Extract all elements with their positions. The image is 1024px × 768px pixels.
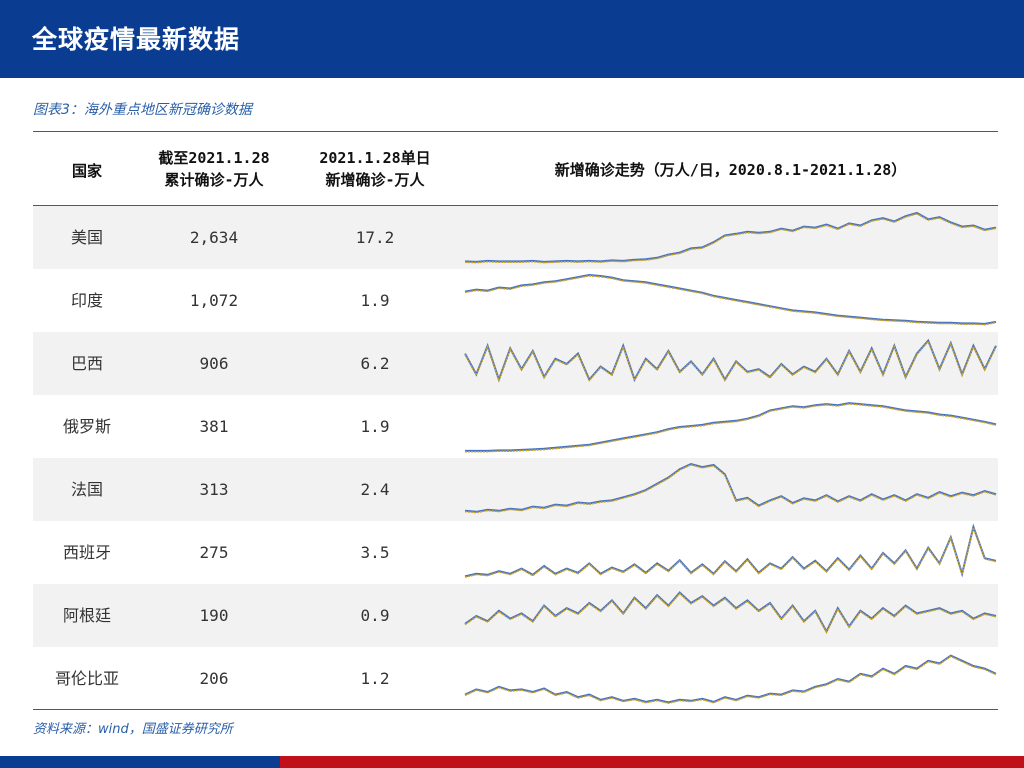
daily-new-cell: 17.2 <box>355 228 395 247</box>
table-row: 哥伦比亚 206 1.2 <box>33 647 998 710</box>
country-cell: 美国 <box>70 228 103 247</box>
country-cell: 巴西 <box>70 354 103 373</box>
daily-new-cell: 6.2 <box>360 354 390 373</box>
cumulative-cell: 381 <box>199 417 229 436</box>
footer-bar-red <box>280 756 1024 768</box>
cumulative-cell: 2,634 <box>189 228 239 247</box>
header-cumulative: 截至2021.1.28 累计确诊-万人 <box>145 147 283 191</box>
trend-sparkline <box>464 273 997 326</box>
page-title: 全球疫情最新数据 <box>32 25 241 54</box>
source-note: 资料来源：wind，国盛证券研究所 <box>33 722 233 737</box>
table-row: 俄罗斯 381 1.9 <box>33 395 998 458</box>
table-row: 阿根廷 190 0.9 <box>33 584 998 647</box>
trend-sparkline <box>464 654 997 704</box>
sparkline-series-gold <box>464 212 997 264</box>
trend-sparkline <box>464 462 997 514</box>
header-daily-line1: 2021.1.28单日 <box>319 149 431 167</box>
country-cell: 哥伦比亚 <box>54 669 119 688</box>
table-bottom-rule <box>33 709 998 710</box>
header-bar: 全球疫情最新数据 <box>0 0 1024 78</box>
table-row: 印度 1,072 1.9 <box>33 269 998 332</box>
sparkline-series-gold <box>464 655 997 704</box>
footer-bar-blue <box>0 756 280 768</box>
country-cell: 西班牙 <box>62 543 111 562</box>
table-row: 巴西 906 6.2 <box>33 332 998 395</box>
header-cumulative-line2: 累计确诊-万人 <box>164 171 264 189</box>
sparkline-series-blue <box>464 654 997 704</box>
trend-sparkline <box>464 523 997 578</box>
daily-new-cell: 1.2 <box>360 669 390 688</box>
cumulative-cell: 206 <box>199 669 229 688</box>
header-daily: 2021.1.28单日 新增确诊-万人 <box>305 147 445 191</box>
daily-new-cell: 3.5 <box>360 543 390 562</box>
trend-sparkline <box>465 402 997 453</box>
cumulative-cell: 313 <box>199 480 229 499</box>
country-cell: 法国 <box>70 480 103 499</box>
cumulative-cell: 1,072 <box>189 291 239 310</box>
table-row: 美国 2,634 17.2 <box>33 206 998 269</box>
header-trend: 新增确诊走势（万人/日，2020.8.1-2021.1.28） <box>463 159 998 181</box>
country-cell: 印度 <box>70 291 103 310</box>
cumulative-cell: 275 <box>199 543 229 562</box>
cumulative-cell: 906 <box>199 354 229 373</box>
cumulative-cell: 190 <box>199 606 229 625</box>
sparkline-series-gold <box>464 464 997 514</box>
header-cumulative-line1: 截至2021.1.28 <box>158 149 270 167</box>
sparkline-series-blue <box>464 211 997 263</box>
header-trend-label: 新增确诊走势（万人/日，2020.8.1-2021.1.28） <box>554 161 907 179</box>
sparkline-series-blue <box>464 338 997 383</box>
figure-caption: 图表3：海外重点地区新冠确诊数据 <box>33 102 252 118</box>
table-row: 法国 313 2.4 <box>33 458 998 521</box>
table-row: 西班牙 275 3.5 <box>33 521 998 584</box>
header-country: 国家 <box>33 156 141 186</box>
sparkline-series-gold <box>464 525 997 578</box>
trend-sparkline <box>464 591 997 635</box>
daily-new-cell: 1.9 <box>360 291 390 310</box>
country-cell: 阿根廷 <box>62 606 111 625</box>
trend-sparkline <box>464 211 997 264</box>
header-country-label: 国家 <box>71 162 102 180</box>
daily-new-cell: 1.9 <box>360 417 390 436</box>
country-cell: 俄罗斯 <box>62 417 111 436</box>
table-top-rule <box>33 131 998 132</box>
daily-new-cell: 2.4 <box>360 480 390 499</box>
daily-new-cell: 0.9 <box>360 606 390 625</box>
sparkline-series-blue <box>464 591 997 634</box>
header-daily-line2: 新增确诊-万人 <box>325 171 425 189</box>
sparkline-series-blue <box>465 402 997 452</box>
trend-sparkline <box>464 338 997 383</box>
